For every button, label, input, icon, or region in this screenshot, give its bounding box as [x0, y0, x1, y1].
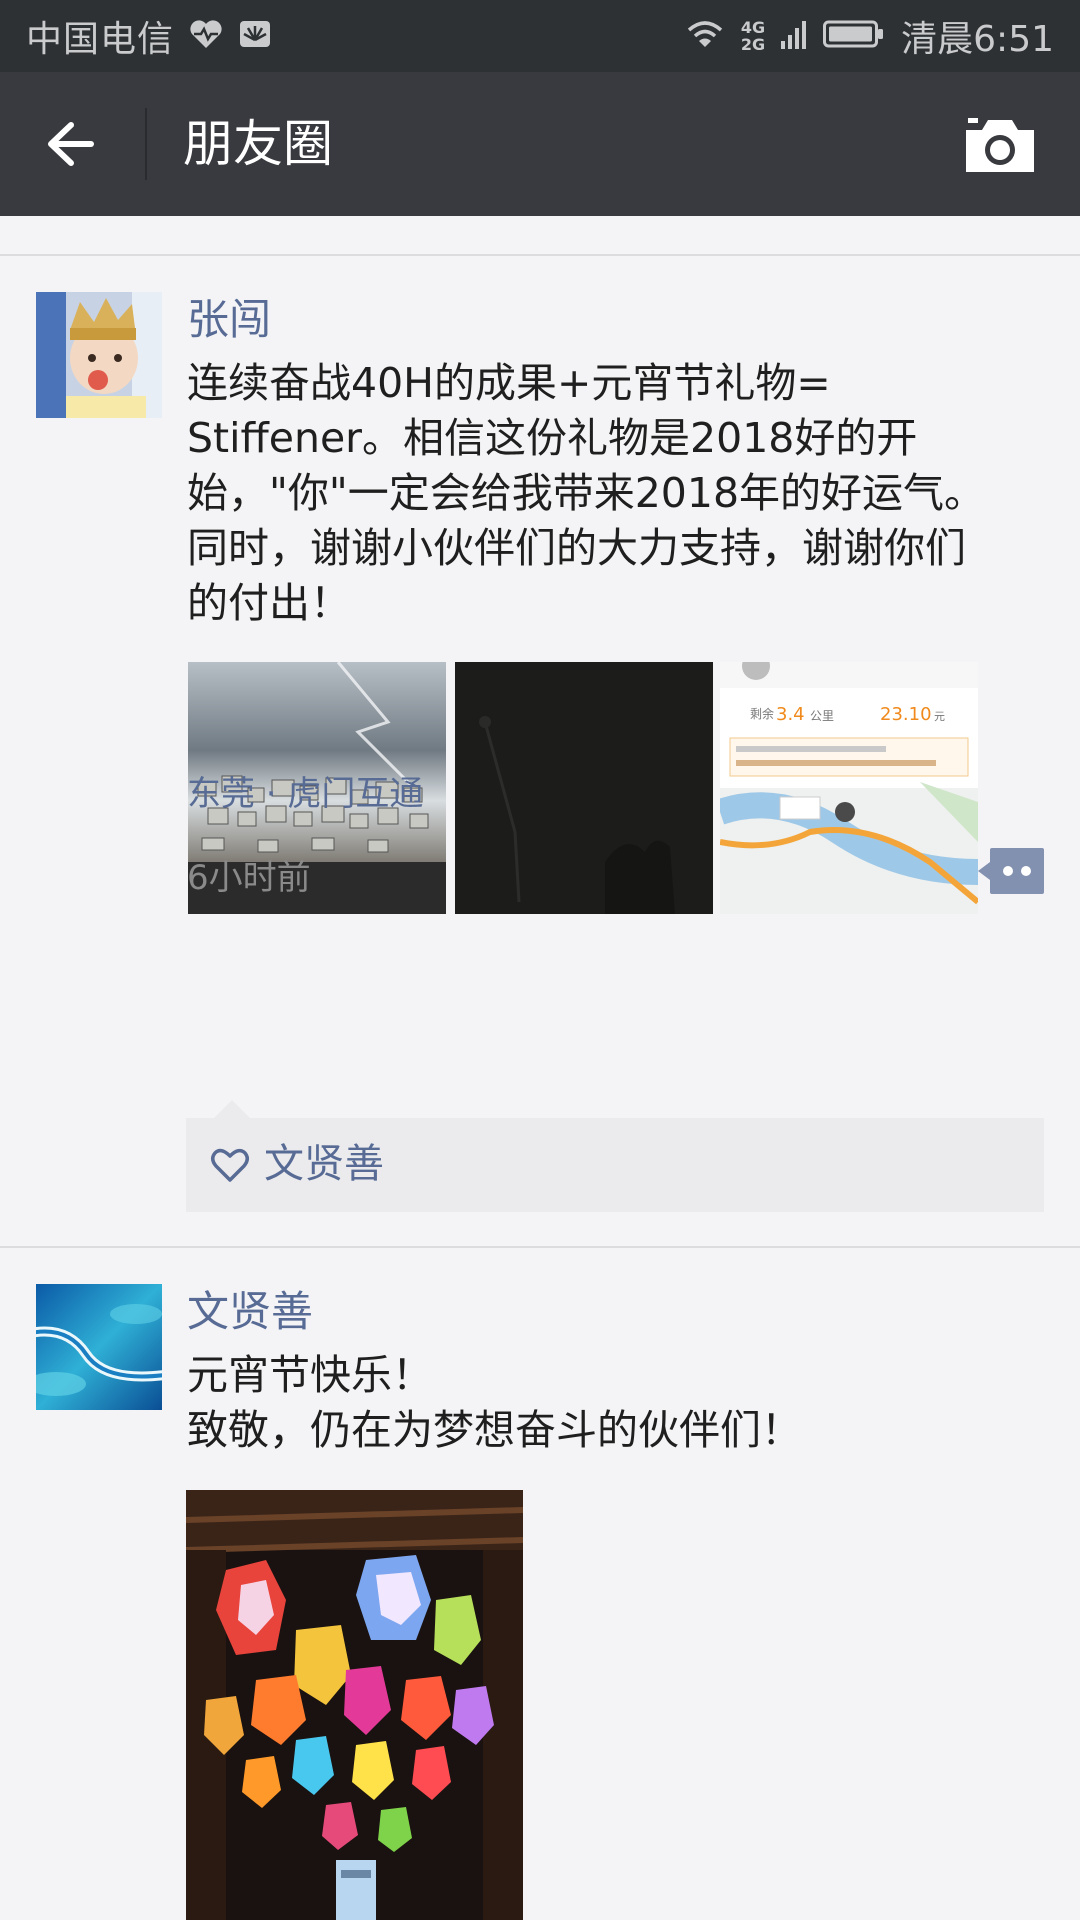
- moment-post: 文贤善 元宵节快乐！ 致敬，仍在为梦想奋斗的伙伴们！: [0, 1248, 1080, 1920]
- clock: 清晨6:51: [901, 19, 1054, 60]
- post-location[interactable]: 东莞 · 虎门互通: [187, 766, 423, 815]
- camera-button[interactable]: [962, 114, 1038, 178]
- carrier-label: 中国电信: [26, 19, 175, 60]
- back-arrow-icon: [48, 122, 94, 166]
- map-distance: 3.4: [776, 704, 805, 725]
- avatar[interactable]: [36, 1284, 162, 1410]
- likes-panel: 文贤善: [186, 1100, 1044, 1212]
- post-image-night[interactable]: [455, 662, 713, 914]
- network-2g-label: 2G: [740, 35, 766, 54]
- moment-post: 张闯 连续奋战40H的成果+元宵节礼物= Stiffener。相信这份礼物是20…: [0, 256, 1080, 1246]
- page-title: 朋友圈: [183, 115, 333, 173]
- signal-icon: [781, 19, 807, 53]
- camera-icon: [966, 118, 1034, 172]
- map-price: 23.10: [880, 704, 932, 725]
- post-image-lanterns[interactable]: [186, 1490, 523, 1920]
- map-price-unit: 元: [934, 710, 945, 723]
- comment-menu-icon: [978, 848, 1044, 894]
- huawei-icon: [238, 18, 272, 54]
- title-divider: [145, 108, 147, 180]
- network-4g-label: 4G: [740, 18, 766, 37]
- heart-icon: [211, 1148, 249, 1182]
- post-image-map-screenshot[interactable]: 剩余 3.4 公里 23.10 元: [720, 662, 978, 914]
- post-author[interactable]: 文贤善: [187, 1284, 313, 1340]
- post-text: 元宵节快乐！ 致敬，仍在为梦想奋斗的伙伴们！: [187, 1351, 802, 1454]
- liker-name[interactable]: 文贤善: [264, 1136, 384, 1192]
- post-time: 6小时前: [187, 858, 311, 898]
- status-bar: 中国电信 4G 2G 清晨6:51: [0, 0, 1080, 72]
- likes-caret: [214, 1100, 250, 1118]
- post-text: 连续奋战40H的成果+元宵节礼物= Stiffener。相信这份礼物是2018好…: [187, 359, 986, 627]
- map-distance-label: 剩余: [750, 706, 774, 721]
- wifi-icon: [685, 18, 725, 54]
- heartbeat-icon: [188, 18, 224, 54]
- comment-button[interactable]: [978, 848, 1044, 894]
- network-type: 4G 2G: [741, 19, 765, 53]
- back-button[interactable]: [32, 106, 108, 182]
- battery-icon: [823, 19, 885, 53]
- title-bar: 朋友圈: [0, 72, 1080, 216]
- map-distance-unit: 公里: [810, 709, 834, 723]
- avatar[interactable]: [36, 292, 162, 418]
- post-author[interactable]: 张闯: [187, 292, 271, 348]
